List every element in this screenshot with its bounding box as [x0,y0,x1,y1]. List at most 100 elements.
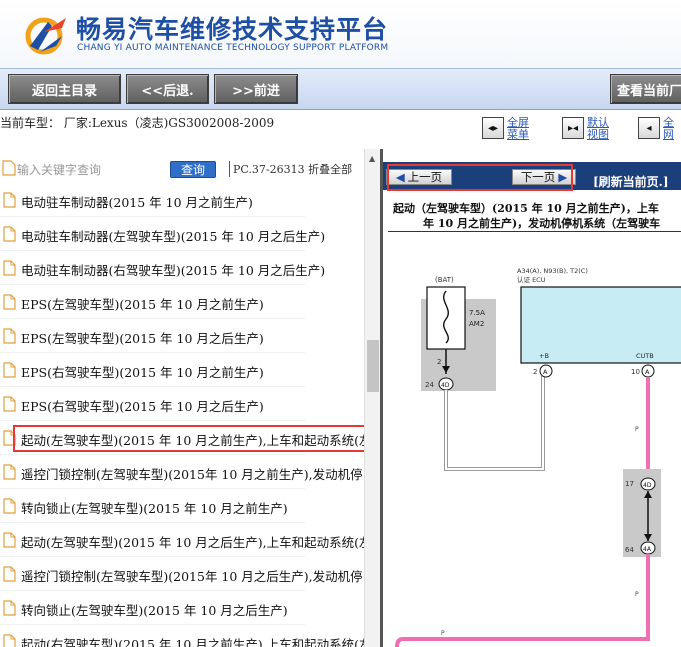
brand-subtitle: CHANG YI AUTO MAINTENANCE TECHNOLOGY SUP… [77,43,389,53]
pin-10-label: 10 [631,368,640,376]
wiring-diagram: (BAT) 7.5A AM2 2 24 4D A34(A), N93(B), T… [395,267,681,647]
full-web-button[interactable]: ◂ 全 网 [638,117,674,141]
document-icon [3,634,16,647]
tree-item[interactable]: 遥控门锁控制(左驾驶车型)(2015年 10 月之前生产),发动机停 [0,455,363,489]
document-icon [2,160,16,176]
scroll-up-icon[interactable]: ▲ [369,154,375,163]
tree-item[interactable]: 电动驻车制动器(左驾驶车型)(2015 年 10 月之后生产) [0,217,362,251]
document-icon [3,600,16,616]
pin-2a-label: 2 [533,368,537,376]
site-header: 畅易汽车维修技术支持平台 CHANG YI AUTO MAINTENANCE T… [0,0,681,68]
tree-item[interactable]: EPS(右驾驶车型)(2015 年 10 月之后生产) [0,387,362,421]
tree-item-label: 遥控门锁控制(左驾驶车型)(2015年 10 月之后生产),发动机停 [21,569,363,584]
tree-item[interactable]: 转向锁止(左驾驶车型)(2015 年 10 月之后生产) [0,591,362,625]
plus-b-label: +B [539,352,549,360]
search-input[interactable]: 输入关键字查询 [17,161,101,178]
wire-p-label-3: P [441,630,445,637]
wire-p-label-1: P [635,426,639,433]
nav-highlight-box [387,164,573,191]
tree-item-label: EPS(右驾驶车型)(2015 年 10 月之前生产) [21,365,264,380]
refresh-page-link[interactable]: [刷新当前页.] [593,173,669,190]
tree-item[interactable]: 起动(左驾驶车型)(2015 年 10 月之前生产),上车和起动系统(左 [0,421,372,455]
tree-item[interactable]: 电动驻车制动器(2015 年 10 月之前生产) [0,183,362,217]
document-icon [3,498,16,514]
tree-item[interactable]: 转向锁止(左驾驶车型)(2015 年 10 月之前生产) [0,489,362,523]
conn-4d-b-label: 4D [643,482,652,489]
document-icon [3,294,16,310]
document-icon [3,192,16,208]
tree-item-label: 电动驻车制动器(右驾驶车型)(2015 年 10 月之后生产) [21,263,326,278]
tree-item-label: EPS(右驾驶车型)(2015 年 10 月之后生产) [21,399,264,414]
document-icon [3,566,16,582]
tree-item-label: 遥控门锁控制(左驾驶车型)(2015年 10 月之前生产),发动机停 [21,467,363,482]
scroll-thumb[interactable] [367,340,379,392]
pin-2-label: 2 [437,358,441,366]
tree-item-label: EPS(左驾驶车型)(2015 年 10 月之前生产) [21,297,264,312]
search-row: 输入关键字查询 查询 PC.37-26313 折叠全部 [0,159,360,181]
default-view-label-2: 视图 [587,128,609,141]
info-row: 当前车型： 厂家:Lexus（凌志)GS3002008-2009 ◂▸ 全屏 菜… [0,111,681,149]
default-view-icon: ▸◂ [562,117,584,139]
forward-button[interactable]: >>前进 [214,74,298,104]
fuse-name-label: AM2 [469,320,484,328]
collapse-all-label[interactable]: 折叠全部 [308,163,352,176]
search-button[interactable]: 查询 [170,161,216,178]
back-button[interactable]: <<后退. [126,74,209,104]
full-web-label-2: 网 [663,128,674,141]
tree-item-label: 电动驻车制动器(2015 年 10 月之前生产) [21,195,253,210]
document-icon [3,260,16,276]
pin-a-2-label: A [645,368,650,376]
conn-4a-label: 4A [643,546,652,553]
app-window: 畅易汽车维修技术支持平台 CHANG YI AUTO MAINTENANCE T… [0,0,681,647]
bat-label: (BAT) [435,276,454,284]
document-icon [3,532,16,548]
document-icon [3,226,16,242]
brand-logo-icon [25,17,66,55]
tree-item[interactable]: 起动(右驾驶车型)(2015 年 10 月之前生产),上车和起动系统(左 [0,625,372,647]
fullscreen-label-2: 菜单 [507,128,529,141]
conn-4d-a-label: 4D [441,382,450,389]
document-icon [3,464,16,480]
page-code: PC.37-26313 [233,163,305,176]
tree-item[interactable]: EPS(左驾驶车型)(2015 年 10 月之后生产) [0,319,362,353]
ecu-name-label: 认证 ECU [517,275,546,284]
document-icon [3,328,16,344]
diagram-title: 起动（左驾驶车型）(2015 年 10 月之前生产)，上车 年 10 月之前生产… [393,201,660,231]
fuse-amp-label: 7.5A [469,309,485,317]
diagram-title-line-1: 起动（左驾驶车型）(2015 年 10 月之前生产)，上车 [393,202,659,215]
tree-item-label: 电动驻车制动器(左驾驶车型)(2015 年 10 月之后生产) [21,229,326,244]
cutb-label: CUTB [636,352,654,360]
diagram-title-line-2: 年 10 月之前生产)，发动机停机系统（左驾驶车 [423,217,661,230]
title-rule [388,231,681,232]
catalog-scrollbar[interactable]: ▲ [364,149,380,647]
view-current-manufacturer-button[interactable]: 查看当前厂 [610,74,681,104]
main-toolbar: 返回主目录 <<后退. >>前进 查看当前厂 [0,68,681,110]
fullscreen-icon: ◂▸ [482,117,504,139]
catalog-tree: 电动驻车制动器(2015 年 10 月之前生产) 电动驻车制动器(左驾驶车型)(2… [0,183,372,647]
tree-item-label: 起动(左驾驶车型)(2015 年 10 月之后生产),上车和起动系统(左 [21,535,372,550]
tree-item[interactable]: 起动(左驾驶车型)(2015 年 10 月之后生产),上车和起动系统(左 [0,523,372,557]
wire-p-label-2: P [635,591,639,598]
tree-item[interactable]: EPS(右驾驶车型)(2015 年 10 月之前生产) [0,353,362,387]
pink-wire-lower [395,554,650,647]
ecu-code-label: A34(A), N93(B), T2(C) [517,267,588,275]
tree-item[interactable]: EPS(左驾驶车型)(2015 年 10 月之前生产) [0,285,362,319]
diagram-viewer: ◀ 上一页 下一页 ▶ [刷新当前页.] 起动（左驾驶车型）(2015 年 10… [383,149,681,647]
tree-item[interactable]: 电动驻车制动器(右驾驶车型)(2015 年 10 月之后生产) [0,251,362,285]
conn-64-label: 64 [625,546,634,554]
tree-item[interactable]: 遥控门锁控制(左驾驶车型)(2015年 10 月之后生产),发动机停 [0,557,363,591]
full-web-icon: ◂ [638,117,660,139]
document-icon [3,396,16,412]
conn-24-label: 24 [425,381,434,389]
collapse-all[interactable]: PC.37-26313 折叠全部 [229,161,352,177]
tree-item-label: EPS(左驾驶车型)(2015 年 10 月之后生产) [21,331,264,346]
tree-item-label: 转向锁止(左驾驶车型)(2015 年 10 月之前生产) [21,501,288,516]
home-button[interactable]: 返回主目录 [8,74,121,104]
default-view-button[interactable]: ▸◂ 默认 视图 [562,117,609,141]
tree-item-label: 转向锁止(左驾驶车型)(2015 年 10 月之后生产) [21,603,288,618]
selected-item-highlight [13,425,369,452]
fullscreen-menu-button[interactable]: ◂▸ 全屏 菜单 [482,117,529,141]
tree-item-label: 起动(右驾驶车型)(2015 年 10 月之前生产),上车和起动系统(左 [21,637,372,647]
conn-17-label: 17 [625,480,634,488]
document-icon [3,362,16,378]
